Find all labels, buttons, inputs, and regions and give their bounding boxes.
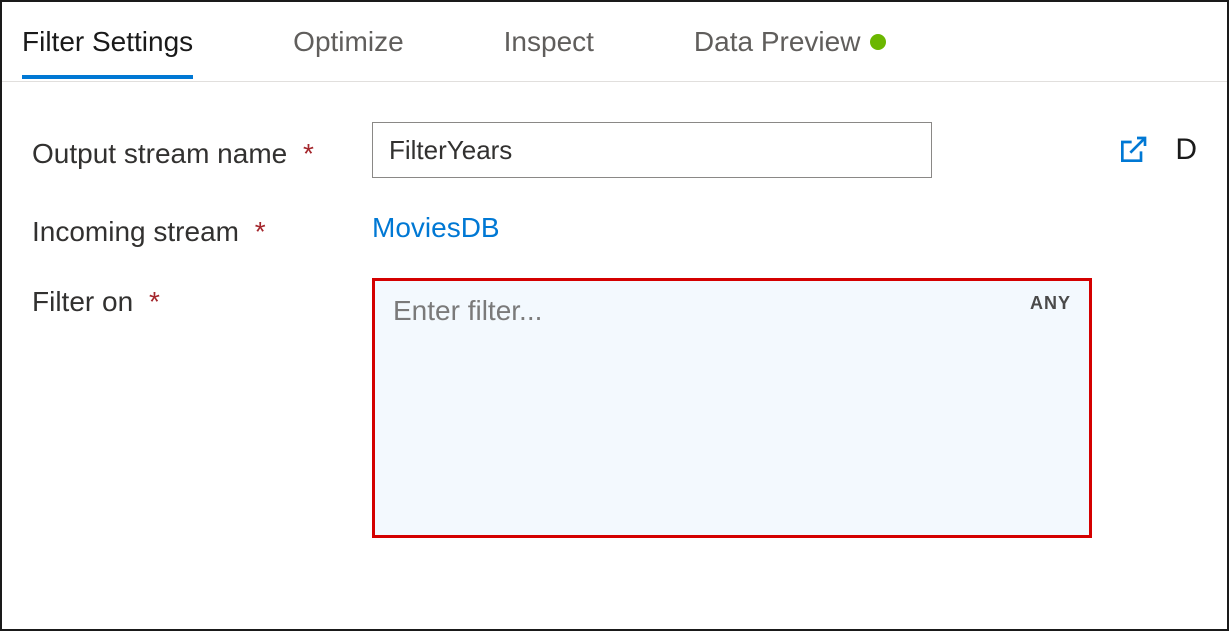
tab-label: Optimize	[293, 26, 403, 58]
filter-expression-input[interactable]: Enter filter... ANY	[372, 278, 1092, 538]
tab-bar: Filter Settings Optimize Inspect Data Pr…	[2, 2, 1227, 82]
tab-label: Filter Settings	[22, 26, 193, 58]
label-text: Output stream name	[32, 138, 287, 169]
incoming-stream-label: Incoming stream *	[32, 208, 372, 248]
tab-label: Inspect	[504, 26, 594, 58]
required-marker: *	[149, 286, 160, 317]
tab-optimize[interactable]: Optimize	[293, 6, 403, 78]
incoming-stream-link[interactable]: MoviesDB	[372, 208, 500, 244]
filter-settings-form: Output stream name * D Incoming stream *…	[2, 82, 1227, 538]
output-stream-input[interactable]	[372, 122, 932, 178]
tab-filter-settings[interactable]: Filter Settings	[22, 6, 193, 78]
row-output-stream: Output stream name * D	[32, 122, 1197, 178]
output-stream-label: Output stream name *	[32, 130, 372, 170]
open-external-icon[interactable]	[1117, 134, 1149, 166]
row-extra: D	[1117, 133, 1197, 167]
label-text: Filter on	[32, 286, 133, 317]
filter-on-label: Filter on *	[32, 278, 372, 318]
row-incoming-stream: Incoming stream * MoviesDB	[32, 208, 1197, 248]
label-text: Incoming stream	[32, 216, 239, 247]
filter-type-badge: ANY	[1030, 293, 1071, 314]
required-marker: *	[303, 138, 314, 169]
tab-inspect[interactable]: Inspect	[504, 6, 594, 78]
tab-label: Data Preview	[694, 26, 861, 58]
required-marker: *	[255, 216, 266, 247]
status-dot-icon	[870, 34, 886, 50]
tab-data-preview[interactable]: Data Preview	[694, 6, 887, 78]
truncated-text: D	[1175, 133, 1197, 167]
row-filter-on: Filter on * Enter filter... ANY	[32, 278, 1197, 538]
filter-placeholder: Enter filter...	[393, 295, 542, 326]
link-text: MoviesDB	[372, 212, 500, 243]
